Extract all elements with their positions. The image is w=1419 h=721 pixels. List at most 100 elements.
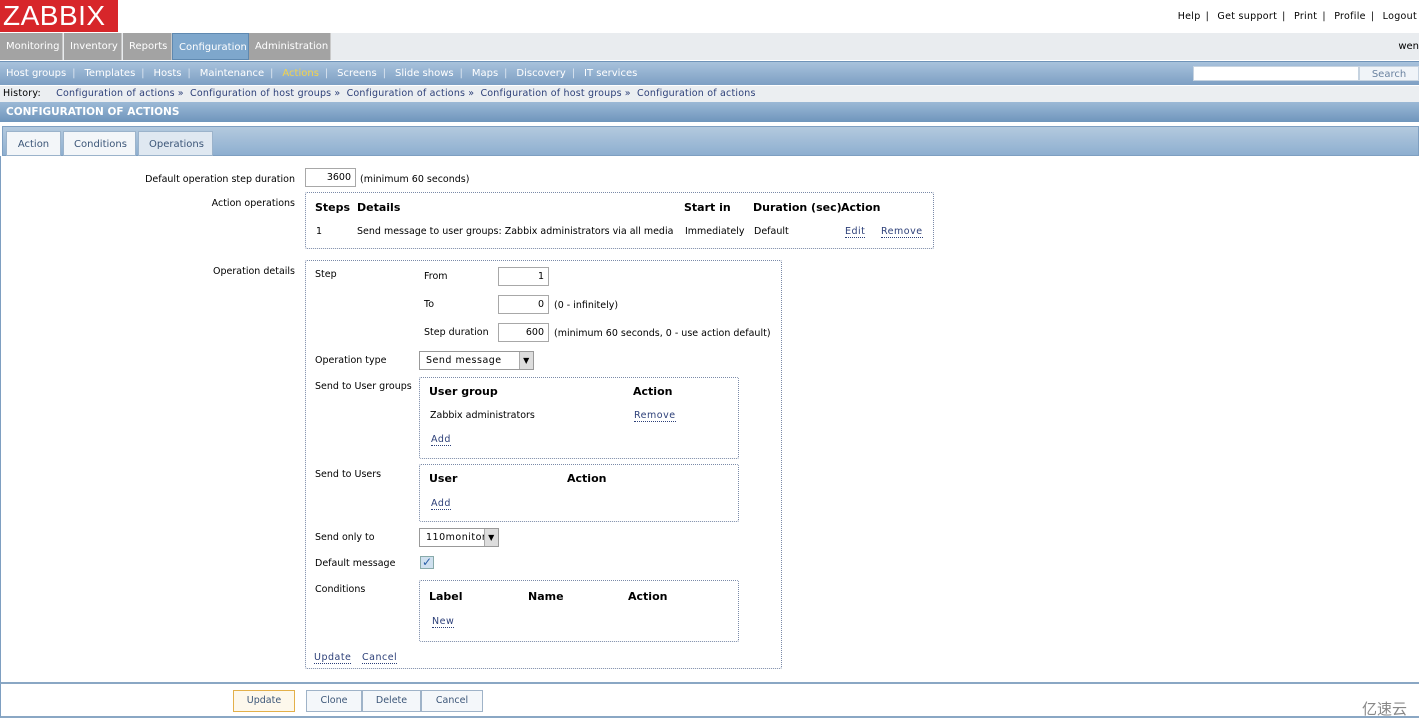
- col-action: Action: [841, 201, 881, 214]
- nav-administration[interactable]: Administration: [249, 33, 331, 60]
- profile-link[interactable]: Profile: [1334, 11, 1366, 22]
- tab-conditions[interactable]: Conditions: [63, 131, 136, 156]
- search-input[interactable]: [1193, 66, 1359, 81]
- user-groups-label: Send to User groups: [315, 381, 412, 392]
- step-label: Step: [315, 269, 337, 280]
- action-operations-label: Action operations: [211, 198, 295, 209]
- tab-operations[interactable]: Operations: [138, 131, 213, 156]
- new-condition-link[interactable]: New: [432, 616, 455, 628]
- col-start-in: Start in: [684, 201, 731, 214]
- delete-button[interactable]: Delete: [362, 690, 421, 712]
- subnav-actions[interactable]: Actions: [282, 68, 319, 79]
- subnav-slide-shows[interactable]: Slide shows: [395, 68, 454, 79]
- search-button[interactable]: Search: [1359, 66, 1419, 81]
- history-link[interactable]: Configuration of actions: [347, 88, 466, 99]
- footer-bar: [0, 684, 1419, 718]
- operation-type-value: Send message: [426, 355, 502, 366]
- send-only-to-select[interactable]: 110monitor ▼: [419, 528, 499, 547]
- row-duration: Default: [754, 226, 789, 237]
- history-link[interactable]: Configuration of actions: [637, 88, 756, 99]
- nav-monitoring[interactable]: Monitoring: [0, 33, 63, 60]
- col-user-group: User group: [429, 385, 498, 398]
- col-action: Action: [633, 385, 673, 398]
- nav-configuration[interactable]: Configuration: [172, 33, 249, 60]
- step-duration-input[interactable]: 600: [498, 323, 549, 342]
- step-to-input[interactable]: 0: [498, 295, 549, 314]
- col-label: Label: [429, 590, 463, 603]
- operation-details-label: Operation details: [213, 266, 295, 277]
- subnav-hosts[interactable]: Hosts: [154, 68, 182, 79]
- subnav-it-services[interactable]: IT services: [584, 68, 637, 79]
- col-duration: Duration (sec): [753, 201, 842, 214]
- subnav-host-groups[interactable]: Host groups: [6, 68, 66, 79]
- history-breadcrumb: History: Configuration of actions» Confi…: [0, 86, 1419, 102]
- tab-action[interactable]: Action: [6, 131, 61, 156]
- update-operation-link[interactable]: Update: [314, 652, 352, 664]
- step-duration-hint: (minimum 60 seconds, 0 - use action defa…: [554, 328, 771, 339]
- logout-link[interactable]: Logout: [1383, 11, 1417, 22]
- conditions-table: Label Name Action New: [419, 580, 739, 642]
- add-user-group-link[interactable]: Add: [431, 434, 451, 446]
- remove-user-group-link[interactable]: Remove: [634, 410, 676, 422]
- help-link[interactable]: Help: [1178, 11, 1201, 22]
- separator: »: [624, 88, 631, 99]
- subnav-templates[interactable]: Templates: [84, 68, 135, 79]
- nav-reports[interactable]: Reports: [123, 33, 172, 60]
- history-link[interactable]: Configuration of actions: [56, 88, 175, 99]
- cancel-operation-link[interactable]: Cancel: [362, 652, 398, 664]
- add-user-link[interactable]: Add: [431, 498, 451, 510]
- separator: |: [1282, 11, 1286, 22]
- send-only-to-value: 110monitor: [426, 532, 487, 543]
- col-action: Action: [567, 472, 607, 485]
- top-links: Help | Get support | Print | Profile | Logou…: [1178, 11, 1417, 22]
- get-support-link[interactable]: Get support: [1217, 11, 1277, 22]
- users-table: User Action Add: [419, 464, 739, 522]
- default-step-duration-input[interactable]: 3600: [305, 168, 356, 187]
- user-groups-table: User group Action Zabbix administrators …: [419, 377, 739, 459]
- subnav-maps[interactable]: Maps: [472, 68, 498, 79]
- separator: |: [1370, 11, 1375, 22]
- separator: |: [1205, 11, 1210, 22]
- cancel-button[interactable]: Cancel: [421, 690, 483, 712]
- main-nav: Monitoring Inventory Reports Configurati…: [0, 33, 1419, 60]
- update-button[interactable]: Update: [233, 690, 295, 712]
- conditions-label: Conditions: [315, 584, 366, 595]
- step-to-hint: (0 - infinitely): [554, 300, 619, 311]
- form-tabs: Action Conditions Operations: [2, 126, 1419, 156]
- subnav-maintenance[interactable]: Maintenance: [200, 68, 264, 79]
- col-steps: Steps: [315, 201, 351, 214]
- clone-button[interactable]: Clone: [306, 690, 362, 712]
- col-name: Name: [528, 590, 564, 603]
- history-link[interactable]: Configuration of host groups: [480, 88, 621, 99]
- col-user: User: [429, 472, 458, 485]
- row-steps: 1: [316, 226, 323, 237]
- separator: »: [468, 88, 475, 99]
- chevron-down-icon: ▼: [484, 529, 498, 546]
- send-only-to-label: Send only to: [315, 532, 375, 543]
- user-group-name: Zabbix administrators: [430, 410, 535, 421]
- operation-type-label: Operation type: [315, 355, 387, 366]
- separator: »: [334, 88, 341, 99]
- separator: »: [177, 88, 184, 99]
- separator: |: [1322, 11, 1326, 22]
- nav-inventory[interactable]: Inventory: [64, 33, 122, 60]
- operation-type-select[interactable]: Send message ▼: [419, 351, 534, 370]
- remove-operation-link[interactable]: Remove: [881, 226, 923, 238]
- chevron-down-icon: ▼: [519, 352, 533, 369]
- edit-operation-link[interactable]: Edit: [845, 226, 866, 238]
- history-label: History:: [3, 88, 41, 99]
- row-start-in: Immediately: [685, 226, 745, 237]
- action-operations-table: Steps Details Start in Duration (sec) Ac…: [305, 192, 934, 249]
- to-label: To: [424, 299, 435, 310]
- username: wen: [1398, 41, 1419, 52]
- subnav-discovery[interactable]: Discovery: [516, 68, 565, 79]
- step-from-input[interactable]: 1: [498, 267, 549, 286]
- history-link[interactable]: Configuration of host groups: [190, 88, 331, 99]
- default-step-duration-hint: (minimum 60 seconds): [360, 174, 470, 185]
- col-details: Details: [357, 201, 401, 214]
- default-message-checkbox[interactable]: ✓: [420, 556, 434, 569]
- row-details: Send message to user groups: Zabbix admi…: [357, 226, 674, 237]
- print-link[interactable]: Print: [1294, 11, 1317, 22]
- subnav-screens[interactable]: Screens: [337, 68, 377, 79]
- zabbix-logo[interactable]: ZABBIX: [0, 0, 118, 32]
